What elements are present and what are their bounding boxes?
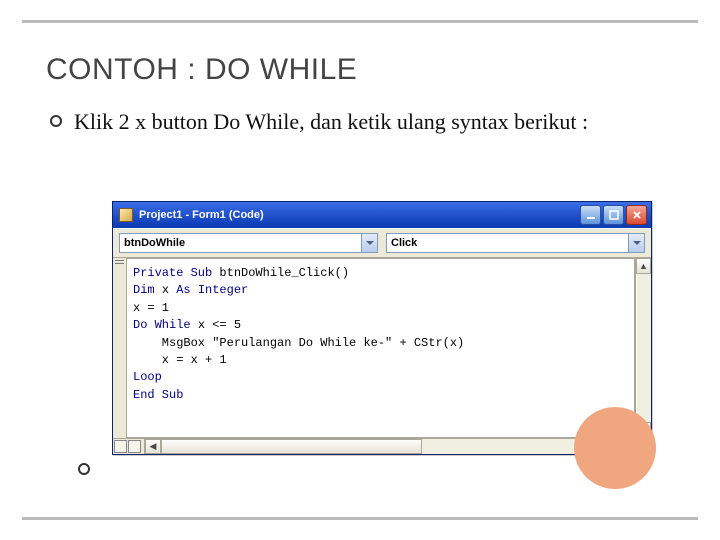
object-combo[interactable]: btnDoWhile: [119, 233, 378, 253]
bullet-icon: [78, 463, 90, 475]
titlebar[interactable]: Project1 - Form1 (Code): [113, 202, 651, 228]
bullet-icon: [50, 115, 62, 127]
maximize-button[interactable]: [603, 205, 624, 225]
event-combo[interactable]: Click: [386, 233, 645, 253]
scroll-left-button[interactable]: ◀: [145, 439, 161, 454]
scroll-up-button[interactable]: ▲: [636, 258, 651, 274]
object-combo-value: btnDoWhile: [124, 237, 361, 249]
bullet-row-1: Klik 2 x button Do While, dan ketik ulan…: [50, 109, 698, 135]
proc-view-icon[interactable]: [114, 440, 127, 453]
slide-decoration-circle: [574, 407, 656, 489]
code-editor[interactable]: Private Sub btnDoWhile_Click() Dim x As …: [127, 258, 635, 438]
view-mode-icons[interactable]: [113, 439, 145, 454]
vb-code-window: Project1 - Form1 (Code) btnDoWhile Click: [112, 201, 652, 455]
close-button[interactable]: [626, 205, 647, 225]
chevron-down-icon[interactable]: [628, 234, 644, 252]
event-combo-value: Click: [391, 237, 628, 249]
scroll-h-track[interactable]: [161, 439, 635, 454]
bullet-row-2: [78, 457, 102, 475]
chevron-down-icon[interactable]: [361, 234, 377, 252]
minimize-button[interactable]: [580, 205, 601, 225]
scroll-track[interactable]: [636, 274, 651, 422]
window-title: Project1 - Form1 (Code): [139, 209, 580, 221]
vertical-scrollbar[interactable]: ▲ ▼: [635, 258, 651, 438]
margin-bar: [113, 258, 127, 438]
full-view-icon[interactable]: [128, 440, 141, 453]
bullet-text-1: Klik 2 x button Do While, dan ketik ulan…: [74, 109, 588, 135]
app-icon: [119, 208, 133, 222]
horizontal-scrollbar[interactable]: ◀ ▶: [113, 438, 651, 454]
scroll-h-thumb[interactable]: [161, 439, 422, 454]
slide-title: CONTOH : DO WHILE: [46, 53, 698, 87]
